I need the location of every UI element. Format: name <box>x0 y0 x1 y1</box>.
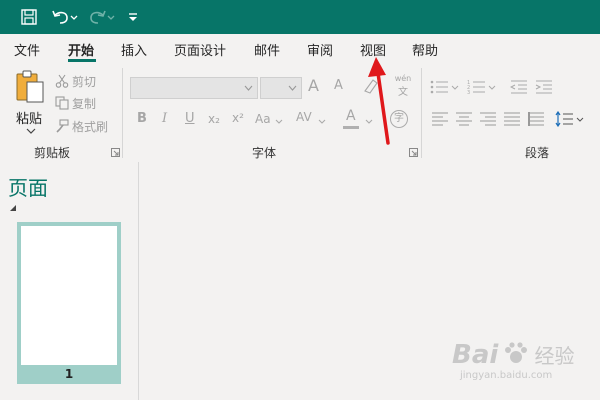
pages-panel-title: 页面 <box>8 176 48 200</box>
distributed-icon[interactable] <box>528 112 544 126</box>
format-painter-icon <box>56 119 69 133</box>
paste-dropdown-icon[interactable] <box>26 128 36 134</box>
ribbon-tabs: 文件 开始 插入 页面设计 邮件 审阅 视图 帮助 <box>0 34 600 62</box>
tab-page-design[interactable]: 页面设计 <box>174 40 226 59</box>
format-painter-label: 格式刷 <box>72 119 109 134</box>
bullets-icon[interactable] <box>430 79 460 95</box>
page-thumbnail-preview <box>21 226 117 365</box>
svg-text:3: 3 <box>467 90 470 95</box>
cut-label: 剪切 <box>72 74 97 89</box>
title-bar <box>0 0 600 34</box>
page-thumbnail[interactable]: 1 <box>17 222 121 384</box>
line-spacing-icon[interactable] <box>555 111 585 127</box>
font-color-bar <box>343 126 359 129</box>
redo-icon[interactable] <box>88 7 116 27</box>
clipboard-group-label: 剪贴板 <box>34 146 71 160</box>
copy-button[interactable]: 复制 <box>55 94 96 112</box>
change-case-dropdown-icon[interactable] <box>275 119 283 124</box>
align-right-icon[interactable] <box>480 112 496 126</box>
align-center-icon[interactable] <box>456 112 472 126</box>
paste-icon <box>16 70 44 103</box>
align-left-icon[interactable] <box>432 112 448 126</box>
subscript-button[interactable]: x₂ <box>208 112 220 126</box>
underline-button[interactable]: U <box>185 111 195 126</box>
justify-icon[interactable] <box>504 112 520 126</box>
numbering-icon[interactable]: 123 <box>467 79 497 95</box>
tab-file[interactable]: 文件 <box>14 40 40 59</box>
customize-quick-access-icon[interactable] <box>127 7 139 27</box>
decrease-indent-icon[interactable] <box>510 79 528 95</box>
group-divider <box>122 68 123 158</box>
tab-review[interactable]: 审阅 <box>307 40 333 59</box>
change-case-button[interactable]: Aa <box>255 112 271 126</box>
pages-panel: 页面 1 <box>0 162 139 400</box>
shrink-font-button[interactable]: A <box>334 78 343 93</box>
tab-help[interactable]: 帮助 <box>412 40 438 59</box>
font-group-label: 字体 <box>252 146 277 160</box>
tab-insert[interactable]: 插入 <box>121 40 147 59</box>
format-painter-button[interactable]: 格式刷 <box>55 117 108 135</box>
font-launcher-icon[interactable] <box>409 148 418 157</box>
collapse-triangle-icon[interactable] <box>9 204 17 212</box>
tab-home[interactable]: 开始 <box>68 40 94 59</box>
copy-icon <box>55 96 69 110</box>
ribbon: 粘贴 剪切 复制 格式刷 剪贴板 A A wén 文 B I U x₂ x² A… <box>0 62 600 163</box>
font-name-dropdown-icon[interactable] <box>244 85 253 91</box>
watermark-brand-cn: 经验 <box>534 344 575 368</box>
copy-label: 复制 <box>72 96 97 111</box>
tab-mailings[interactable]: 邮件 <box>254 40 280 59</box>
font-size-box[interactable] <box>260 77 302 99</box>
page-number: 1 <box>64 367 74 381</box>
grow-font-button[interactable]: A <box>308 76 319 95</box>
save-icon[interactable] <box>20 7 38 27</box>
group-divider <box>421 68 422 158</box>
annotation-arrow-icon <box>368 57 390 145</box>
scissors-icon <box>55 74 69 88</box>
paw-icon <box>505 342 528 363</box>
font-size-dropdown-icon[interactable] <box>288 85 297 91</box>
watermark-url: jingyan.baidu.com <box>460 370 553 381</box>
clipboard-launcher-icon[interactable] <box>111 148 120 157</box>
font-name-box[interactable] <box>130 77 258 99</box>
watermark: Bai 经验 jingyan.baidu.com <box>452 340 574 381</box>
watermark-brand: Bai <box>452 340 499 370</box>
font-color-button[interactable]: A <box>346 108 356 124</box>
character-spacing-button[interactable]: AV <box>296 110 312 124</box>
paste-label: 粘贴 <box>16 112 43 127</box>
paragraph-group-label: 段落 <box>525 146 550 160</box>
character-spacing-dropdown-icon[interactable] <box>318 119 326 124</box>
bold-button[interactable]: B <box>137 111 147 126</box>
cut-button[interactable]: 剪切 <box>55 72 96 90</box>
increase-indent-icon[interactable] <box>535 79 553 95</box>
italic-button[interactable]: I <box>162 111 167 126</box>
paste-button[interactable]: 粘贴 <box>12 68 48 138</box>
superscript-button[interactable]: x² <box>232 111 244 125</box>
undo-icon[interactable] <box>50 7 78 27</box>
